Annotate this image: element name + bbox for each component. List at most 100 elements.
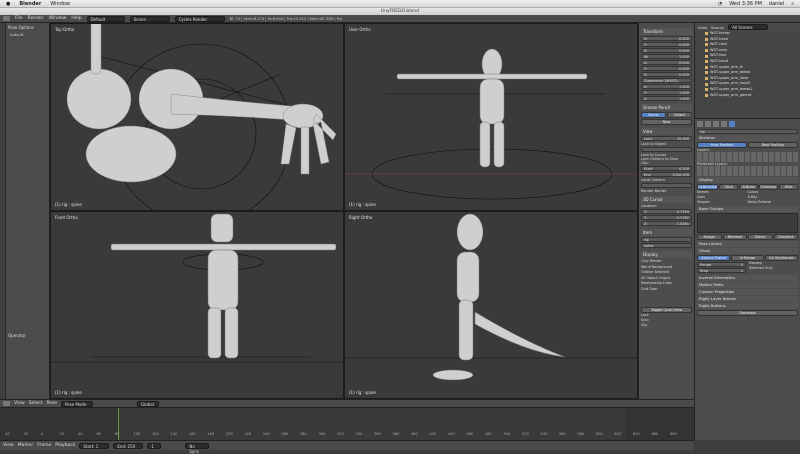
cursor-x[interactable]: X: 0.1764 xyxy=(641,209,692,214)
user-name[interactable]: daniel xyxy=(769,1,784,7)
ghost-header[interactable]: Ghost xyxy=(697,248,798,254)
start-frame-field[interactable]: Start: 1 xyxy=(79,442,110,449)
viewport-user[interactable]: User Ortho (1) rig : spine xyxy=(344,23,638,211)
search-icon[interactable]: ⌕ xyxy=(791,1,794,7)
delay-refresh-checkbox[interactable]: Delay Refresh xyxy=(748,200,799,205)
item-bone-name[interactable]: spine xyxy=(641,243,692,248)
grease-pencil-header[interactable]: Grease Pencil xyxy=(641,104,692,111)
location-x[interactable]: X: 0.000 xyxy=(641,36,692,41)
pose-library-header[interactable]: Pose Library xyxy=(697,241,798,247)
lens-field[interactable]: Lens 35.000 xyxy=(641,136,692,141)
bone-group-assign[interactable]: Assign xyxy=(697,234,722,240)
quad-clip-checkbox[interactable]: Clip xyxy=(641,323,692,328)
mode-select[interactable]: Pose Mode xyxy=(61,400,93,407)
location-z[interactable]: Z: 0.000 xyxy=(641,48,692,53)
generate-button[interactable]: Generate xyxy=(697,310,798,316)
item-header[interactable]: Item xyxy=(641,229,692,236)
display-header[interactable]: Display xyxy=(697,177,798,183)
outliner-row[interactable]: WGT-upper_arm_parent xyxy=(695,93,800,99)
layer-grid[interactable] xyxy=(697,152,798,162)
bone-group-select[interactable]: Select xyxy=(748,234,773,240)
tl-frame-menu[interactable]: Frame xyxy=(37,443,51,448)
bone-group-remove[interactable]: Remove xyxy=(722,234,747,240)
operator-panel[interactable]: Operator xyxy=(8,333,26,338)
outliner-search-menu[interactable]: Search xyxy=(711,25,724,30)
app-menu[interactable]: Blender xyxy=(19,1,41,7)
viewport-front[interactable]: Front Ortho (1) rig : spine xyxy=(50,211,344,399)
menu-pose[interactable]: Pose xyxy=(47,401,57,406)
motion-paths-header[interactable]: Motion Paths xyxy=(697,282,798,288)
display-header[interactable]: Display xyxy=(641,251,692,258)
engine-select[interactable]: Cycles Render xyxy=(174,15,225,22)
item-object-name[interactable]: rig xyxy=(641,237,692,242)
menu-file[interactable]: File xyxy=(15,16,23,21)
bone-groups-header[interactable]: Bone Groups xyxy=(697,206,798,212)
custom-properties-header[interactable]: Custom Properties xyxy=(697,289,798,295)
gp-object-button[interactable]: Object xyxy=(667,112,692,118)
gp-new-button[interactable]: New xyxy=(641,119,692,125)
editor-type-icon-3d[interactable] xyxy=(3,401,10,406)
clip-end[interactable]: End 1000.000 xyxy=(641,172,692,177)
transform-header[interactable]: Transform xyxy=(641,28,692,35)
world-tab-icon[interactable] xyxy=(713,121,719,127)
clock[interactable]: Wed 3:36 PM xyxy=(729,1,762,7)
skeleton-header[interactable]: Skeleton xyxy=(697,135,798,141)
tl-playback-menu[interactable]: Playback xyxy=(55,443,75,448)
render-tab-icon[interactable] xyxy=(697,121,703,127)
tl-view-menu[interactable]: View xyxy=(3,443,14,448)
menu-select[interactable]: Select xyxy=(29,401,43,406)
rest-position-button[interactable]: Rest Position xyxy=(748,142,798,148)
viewport-top[interactable]: Top Ortho (1) rig : spine xyxy=(50,23,344,211)
rigify-buttons-header[interactable]: Rigify Buttons xyxy=(697,303,798,309)
transform-orientation[interactable]: Global xyxy=(137,400,159,407)
ghost-range-field[interactable]: Range 0 xyxy=(697,262,746,267)
current-frame-field[interactable]: 1 xyxy=(147,442,162,449)
rotation-x[interactable]: X: 0.000 xyxy=(641,60,692,65)
outliner-view-menu[interactable]: View xyxy=(698,25,707,30)
outliner-display-mode[interactable]: All Scenes xyxy=(728,24,769,30)
wifi-icon[interactable]: ◔ xyxy=(718,1,722,7)
rotation-z[interactable]: Z: 0.000 xyxy=(641,72,692,77)
scene-select[interactable]: Scene xyxy=(129,15,170,22)
editor-type-icon[interactable] xyxy=(3,16,10,21)
scene-tab-icon[interactable] xyxy=(705,121,711,127)
viewport-right[interactable]: Right Ortho (1) rig : spine xyxy=(344,211,638,399)
pose-options-title[interactable]: Pose Options xyxy=(8,25,34,30)
selected-only-checkbox[interactable]: Selected Only xyxy=(749,266,798,271)
timeline[interactable]: -40 -20 0 20 40 60 80 100 120 140 160 180 200 220 240 2… xyxy=(0,407,694,440)
armature-data-tab-icon[interactable] xyxy=(729,121,735,127)
tool-tabs[interactable] xyxy=(0,23,6,399)
object-tab-icon[interactable] xyxy=(721,121,727,127)
cursor-header[interactable]: 3D Cursor xyxy=(641,196,692,203)
scale-z[interactable]: Z: 1.000 xyxy=(641,96,692,101)
inverse-kinematics-header[interactable]: Inverse Kinematics xyxy=(697,275,798,281)
scale-x[interactable]: X: 1.000 xyxy=(641,84,692,89)
protected-layer-grid[interactable] xyxy=(697,166,798,176)
rotation-w[interactable]: W: 1.000 xyxy=(641,54,692,59)
rotation-y[interactable]: Y: 0.000 xyxy=(641,66,692,71)
cursor-z[interactable]: Z: 1.8361 xyxy=(641,221,692,226)
view-header[interactable]: View xyxy=(641,128,692,135)
window-menu[interactable]: Window xyxy=(50,1,70,7)
layout-select[interactable]: Default xyxy=(86,15,125,22)
bone-groups-list[interactable] xyxy=(697,213,798,233)
cursor-y[interactable]: Y: 0.3762 xyxy=(641,215,692,220)
grid-floor-button[interactable]: Grid Floor xyxy=(641,287,692,293)
bone-group-deselect[interactable]: Deselect xyxy=(773,234,798,240)
scale-y[interactable]: Y: 1.000 xyxy=(641,90,692,95)
location-y[interactable]: Y: 0.000 xyxy=(641,42,692,47)
auto-ik-checkbox[interactable]: Auto IK xyxy=(10,32,24,37)
ghost-step-field[interactable]: Step 1 xyxy=(697,268,746,273)
rigify-layer-names-header[interactable]: Rigify Layer Names xyxy=(697,296,798,302)
clip-start[interactable]: Start 0.100 xyxy=(641,166,692,171)
menu-window[interactable]: Window xyxy=(49,16,67,21)
armature-name-field[interactable]: rig xyxy=(697,129,798,134)
render-border[interactable]: Render Border xyxy=(641,189,692,193)
local-camera-field[interactable] xyxy=(641,183,692,188)
tl-marker-menu[interactable]: Marker xyxy=(18,443,34,448)
menu-render[interactable]: Render xyxy=(28,16,44,21)
lock-object-field[interactable] xyxy=(641,147,692,152)
menu-view[interactable]: View xyxy=(14,401,25,406)
rotation-mode[interactable]: Quaternion (WXYZ) xyxy=(641,78,692,83)
end-frame-field[interactable]: End: 250 xyxy=(113,442,144,449)
